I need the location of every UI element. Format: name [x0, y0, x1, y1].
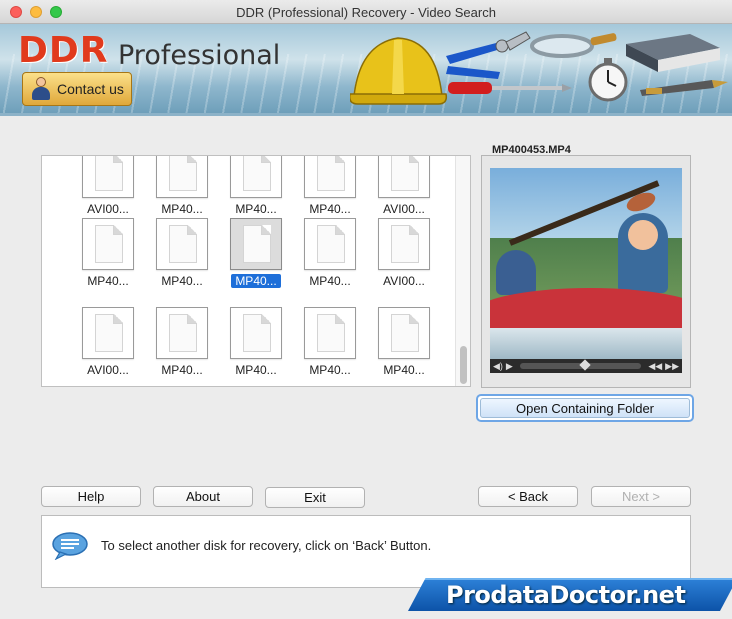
file-icon — [82, 156, 134, 198]
watermark: ProdataDoctor.net — [408, 578, 732, 611]
preview-file-name: MP400453.MP4 — [492, 144, 571, 156]
file-name-label: AVI00... — [87, 202, 129, 216]
file-icon — [304, 156, 356, 198]
about-button[interactable]: About — [153, 486, 253, 507]
file-icon — [156, 307, 208, 359]
file-icon — [156, 156, 208, 198]
file-name-label: MP40... — [235, 202, 277, 216]
contact-us-button[interactable]: Contact us — [22, 72, 132, 106]
screwdriver-icon — [448, 82, 572, 94]
file-icon — [230, 307, 282, 359]
open-containing-folder-button[interactable]: Open Containing Folder — [476, 394, 694, 422]
file-name-label: MP40... — [235, 363, 277, 377]
file-icon — [82, 307, 134, 359]
file-icon — [156, 218, 208, 270]
file-name-label: MP40... — [161, 363, 203, 377]
hard-hat-icon — [350, 37, 448, 105]
file-item[interactable]: MP40... — [367, 307, 441, 379]
file-name-label: MP40... — [383, 363, 425, 377]
file-item[interactable]: AVI00... — [71, 156, 145, 218]
back-button[interactable]: < Back — [478, 486, 578, 507]
file-name-label: MP40... — [231, 274, 281, 288]
help-button[interactable]: Help — [41, 486, 141, 507]
file-item[interactable]: MP40... — [219, 156, 293, 218]
rewind-icon[interactable]: ◀◀ — [648, 361, 662, 371]
file-item[interactable]: MP40... — [71, 218, 145, 290]
file-item[interactable]: MP40... — [293, 218, 367, 290]
file-icon — [304, 307, 356, 359]
file-grid-panel[interactable]: AVI00... MP40... MP40... MP40... AVI00... MP4… — [41, 155, 471, 387]
file-icon — [304, 218, 356, 270]
video-controls: ◀) ▶ ◀◀ ▶▶ — [490, 359, 682, 373]
file-item[interactable]: AVI00... — [71, 307, 145, 379]
forward-icon[interactable]: ▶▶ — [665, 361, 679, 371]
app-logo-subtitle: Professional — [118, 40, 281, 71]
file-name-label: MP40... — [161, 274, 203, 288]
file-item[interactable]: MP40... — [293, 156, 367, 218]
pen-icon — [640, 80, 728, 96]
file-icon — [230, 156, 282, 198]
book-icon — [626, 34, 720, 72]
watermark-text: ProdataDoctor.net — [446, 581, 686, 609]
seek-bar[interactable] — [519, 359, 642, 371]
file-item[interactable]: AVI00... — [367, 218, 441, 290]
next-button[interactable]: Next > — [591, 486, 691, 507]
play-icon[interactable]: ▶ — [506, 361, 513, 371]
app-logo: DDR — [18, 30, 109, 71]
person-icon — [31, 77, 51, 101]
file-name-label: MP40... — [161, 202, 203, 216]
file-name-label: MP40... — [87, 274, 129, 288]
file-item[interactable]: MP40... — [145, 218, 219, 290]
file-name-label: MP40... — [309, 202, 351, 216]
tools-illustration — [350, 31, 728, 105]
volume-icon[interactable]: ◀) — [493, 361, 503, 371]
chat-bubble-icon — [52, 532, 88, 560]
scrollbar[interactable] — [455, 156, 470, 386]
magnifier-icon — [530, 33, 617, 58]
file-item[interactable]: MP40... — [293, 307, 367, 379]
file-name-label: MP40... — [309, 274, 351, 288]
file-icon — [82, 218, 134, 270]
video-preview[interactable] — [490, 168, 682, 359]
file-name-label: AVI00... — [383, 202, 425, 216]
file-name-label: MP40... — [309, 363, 351, 377]
pliers-icon — [446, 31, 531, 79]
file-item[interactable]: MP40... — [219, 307, 293, 379]
file-icon — [378, 307, 430, 359]
file-name-label: AVI00... — [383, 274, 425, 288]
file-name-label: AVI00... — [87, 363, 129, 377]
title-bar: DDR (Professional) Recovery - Video Sear… — [0, 0, 732, 24]
child-figure — [496, 250, 536, 295]
scrollbar-thumb[interactable] — [460, 346, 467, 384]
file-icon — [378, 156, 430, 198]
file-item[interactable]: MP40... — [145, 156, 219, 218]
status-message: To select another disk for recovery, cli… — [101, 538, 432, 553]
header-banner: DDR Professional Contact us — [0, 24, 732, 116]
file-icon — [378, 218, 430, 270]
window-title: DDR (Professional) Recovery - Video Sear… — [236, 5, 496, 20]
file-item[interactable]: MP40... — [219, 218, 293, 290]
contact-us-label: Contact us — [57, 81, 124, 97]
file-item[interactable]: MP40... — [145, 307, 219, 379]
open-containing-folder-label: Open Containing Folder — [480, 398, 690, 418]
seek-knob[interactable] — [578, 359, 591, 371]
file-icon — [230, 218, 282, 270]
stopwatch-icon — [588, 58, 628, 102]
exit-button[interactable]: Exit — [265, 487, 365, 508]
file-item[interactable]: AVI00... — [367, 156, 441, 218]
